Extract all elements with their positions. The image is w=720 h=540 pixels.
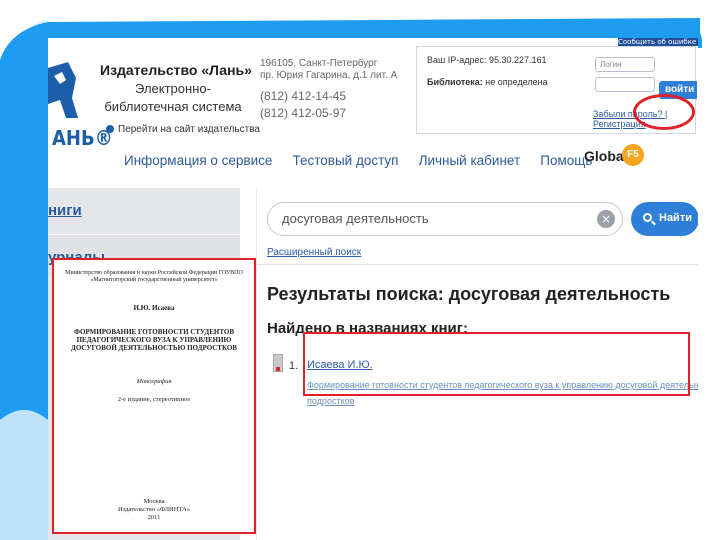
report-error-button[interactable]: Сообщить об ошибке (618, 38, 698, 46)
search-input[interactable]: досуговая деятельность (267, 202, 623, 236)
result-number: 1. (289, 360, 299, 372)
publisher-subtitle: Электронно-библиотечная система (104, 81, 242, 114)
clear-search-icon[interactable]: × (597, 210, 615, 228)
publisher-site-link[interactable]: Перейти на сайт издательства (106, 124, 260, 135)
address: 196105, Санкт-Петербург пр. Юрия Гагарин… (260, 58, 397, 82)
cover-author: И.Ю. Исаева (133, 304, 175, 312)
address-line2: пр. Юрия Гагарина, д.1 лит. А (260, 70, 398, 81)
phone-2: (812) 412-05-97 (260, 106, 347, 120)
cover-year: 2011 (147, 514, 161, 521)
search-icon (643, 213, 652, 222)
search-button-label: Найти (659, 212, 692, 224)
nav-item-cabinet[interactable]: Личный кабинет (419, 153, 521, 168)
cover-edition: 2-е издание, стереотипное (117, 396, 191, 403)
slide: АНЬ® Издательство «Лань» Электронно-библ… (0, 0, 720, 540)
cover-city: Москва (143, 498, 165, 505)
logo-text: АНЬ® (52, 126, 113, 150)
results-title: Результаты поиска: досуговая деятельност… (267, 284, 671, 304)
library-value: не определена (485, 77, 548, 87)
cover-ministry: Министерство образования и науки Российс… (65, 270, 243, 283)
result-title-link-continued[interactable]: подростков (307, 396, 354, 406)
password-input[interactable] (595, 77, 655, 92)
library-label: Библиотека: (427, 77, 483, 87)
sidebar-item-books[interactable]: ниги (48, 188, 240, 232)
highlight-ellipse (633, 94, 695, 130)
phone-1: (812) 412-14-45 (260, 89, 347, 103)
book-cover-image: Министерство образования и науки Российс… (52, 258, 256, 534)
library-status: Библиотека: не определена (427, 77, 548, 87)
highlight-rectangle (303, 332, 690, 396)
phones: (812) 412-14-45 (812) 412-05-97 (260, 88, 346, 122)
cover-type: Монография (136, 378, 172, 385)
cover-title: ФОРМИРОВАНИЕ ГОТОВНОСТИ СТУДЕНТОВ ПЕДАГО… (71, 328, 237, 352)
nav-item-info[interactable]: Информация о сервисе (124, 153, 272, 168)
login-input[interactable]: Логин (595, 57, 655, 72)
cover-imprint: Москва Издательство «ФЛИНТА» 2011 (54, 498, 254, 522)
divider (257, 264, 698, 265)
advanced-search-link[interactable]: Расширенный поиск (267, 247, 361, 258)
site-header: АНЬ® Издательство «Лань» Электронно-библ… (48, 38, 698, 150)
cover-publisher: Издательство «ФЛИНТА» (117, 506, 190, 513)
main-nav: Информация о сервисе Тестовый доступ Лич… (124, 150, 607, 170)
ip-address: Ваш IP-адрес: 95.30.227.161 (427, 55, 547, 65)
global-f5-logo[interactable]: Global (584, 148, 628, 164)
search-button[interactable]: Найти (631, 202, 698, 236)
nav-item-test-access[interactable]: Тестовый доступ (293, 153, 399, 168)
f5-badge-icon: F5 (622, 144, 644, 166)
publisher-title: Издательство «Лань» (100, 62, 252, 78)
book-icon (273, 354, 283, 372)
address-line1: 196105, Санкт-Петербург (260, 58, 378, 69)
